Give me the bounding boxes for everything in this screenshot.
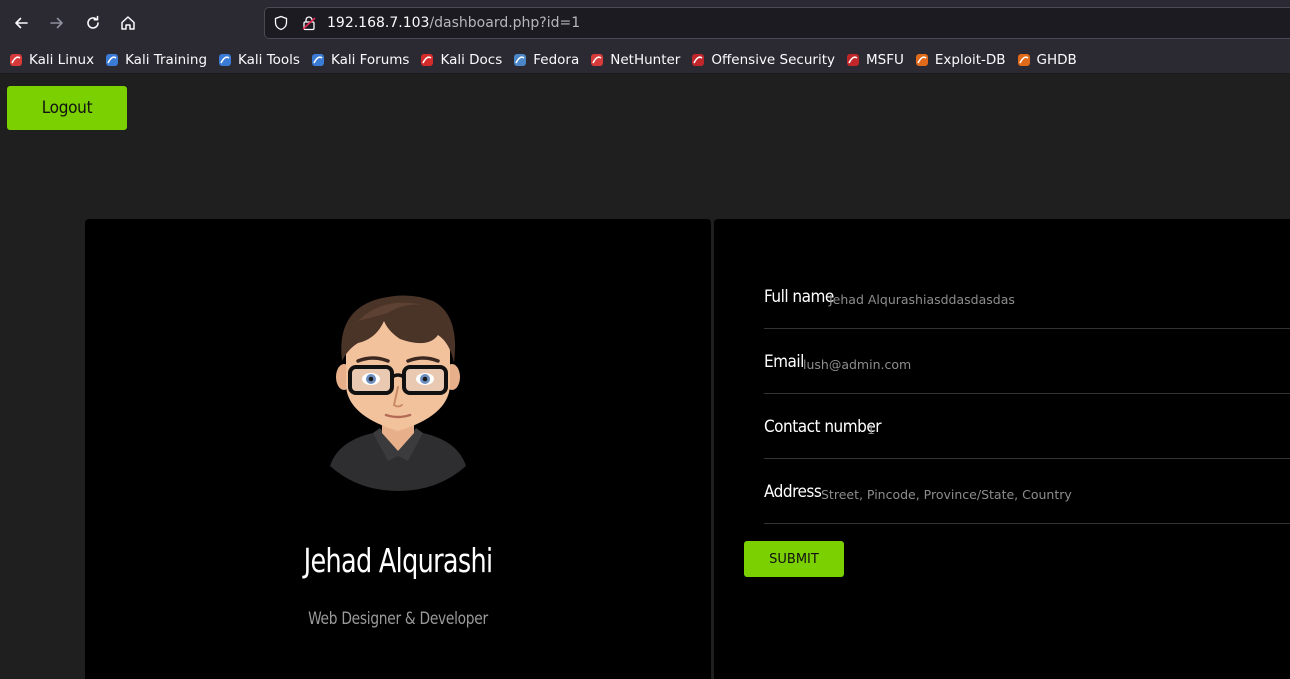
address-label: Address [764, 482, 822, 502]
profile-form: Full name Jehad Alqurashiasddasdasdas Em… [714, 219, 1290, 679]
kali-tools-icon [217, 52, 233, 68]
offsec-icon [690, 52, 706, 68]
profile-name: Jehad Alqurashi [303, 541, 493, 580]
bookmark-item[interactable]: Fedora [512, 52, 579, 68]
kali-docs-icon [419, 52, 435, 68]
full-name-field[interactable]: Full name Jehad Alqurashiasddasdasdas [764, 264, 1290, 329]
bookmark-label: GHDB [1036, 51, 1077, 68]
bookmark-item[interactable]: Kali Forums [310, 51, 410, 68]
kali-forums-icon [310, 52, 326, 68]
email-input[interactable]: lush@admin.com [803, 357, 911, 372]
avatar [330, 295, 466, 491]
reload-button[interactable] [81, 11, 105, 35]
bookmark-label: Exploit-DB [934, 51, 1006, 68]
bookmark-label: Kali Training [125, 51, 208, 68]
bookmark-item[interactable]: Exploit-DB [914, 52, 1006, 68]
back-button[interactable] [9, 11, 33, 35]
contact-number-field[interactable]: Contact number 1 [764, 394, 1290, 459]
ghdb-icon [1016, 52, 1032, 68]
address-bar[interactable]: 192.168.7.103/dashboard.php?id=1 [264, 7, 1290, 39]
logout-button[interactable]: Logout [7, 86, 127, 130]
bookmark-item[interactable]: Kali Docs [419, 52, 502, 68]
bookmark-label: NetHunter [610, 51, 681, 68]
full-name-label: Full name [764, 287, 834, 307]
forward-arrow-icon [50, 17, 63, 29]
back-arrow-icon [15, 17, 28, 29]
insecure-lock-icon[interactable] [301, 15, 317, 31]
home-button[interactable] [116, 11, 140, 35]
bookmark-item[interactable]: Kali Tools [217, 52, 300, 68]
bookmark-label: Kali Forums [330, 51, 410, 68]
address-input[interactable]: Street, Pincode, Province/State, Country [821, 487, 1072, 502]
dashboard-page: Logout Jehad Alqurashi Web Designer & De… [0, 75, 1290, 679]
nethunter-icon [589, 52, 605, 68]
bookmark-item[interactable]: Offensive Security [690, 52, 835, 68]
bookmark-label: Kali Linux [29, 51, 95, 68]
bookmark-label: Kali Docs [440, 51, 503, 68]
email-field[interactable]: Email lush@admin.com [764, 329, 1290, 394]
bookmark-label: Kali Tools [238, 51, 300, 68]
fedora-icon [512, 52, 528, 68]
bookmark-label: MSFU [865, 51, 904, 68]
contact-number-label: Contact number [764, 417, 882, 437]
profile-role: Web Designer & Developer [308, 609, 488, 629]
submit-button[interactable]: SUBMIT [744, 541, 844, 577]
bookmark-item[interactable]: Kali Linux [8, 52, 94, 68]
contact-number-input[interactable]: 1 [867, 422, 875, 437]
msfu-icon [845, 52, 861, 68]
bookmarks-toolbar: Kali Linux Kali Training Kali Tools Kali Fo… [0, 46, 1290, 74]
kali-training-icon [104, 52, 120, 68]
bookmark-item[interactable]: MSFU [845, 52, 904, 68]
full-name-input[interactable]: Jehad Alqurashiasddasdasdas [829, 292, 1015, 307]
reload-icon [87, 15, 99, 29]
url-text[interactable]: 192.168.7.103/dashboard.php?id=1 [327, 15, 580, 31]
kali-dragon-icon [8, 52, 24, 68]
forward-button[interactable] [45, 11, 69, 35]
bookmark-item[interactable]: GHDB [1016, 52, 1077, 68]
url-host: 192.168.7.103 [327, 15, 430, 31]
bookmark-item[interactable]: Kali Training [104, 52, 207, 68]
email-label: Email [764, 352, 804, 372]
browser-toolbar: 192.168.7.103/dashboard.php?id=1 [0, 0, 1290, 46]
profile-card: Jehad Alqurashi Web Designer & Developer [85, 219, 711, 679]
bookmark-label: Fedora [533, 51, 580, 68]
exploit-db-icon [914, 52, 930, 68]
address-field[interactable]: Address Street, Pincode, Province/State,… [764, 459, 1290, 524]
url-path: /dashboard.php?id=1 [429, 15, 581, 31]
bookmark-label: Offensive Security [711, 51, 835, 68]
shield-icon[interactable] [273, 15, 289, 31]
bookmark-item[interactable]: NetHunter [589, 52, 680, 68]
home-icon [121, 16, 135, 30]
